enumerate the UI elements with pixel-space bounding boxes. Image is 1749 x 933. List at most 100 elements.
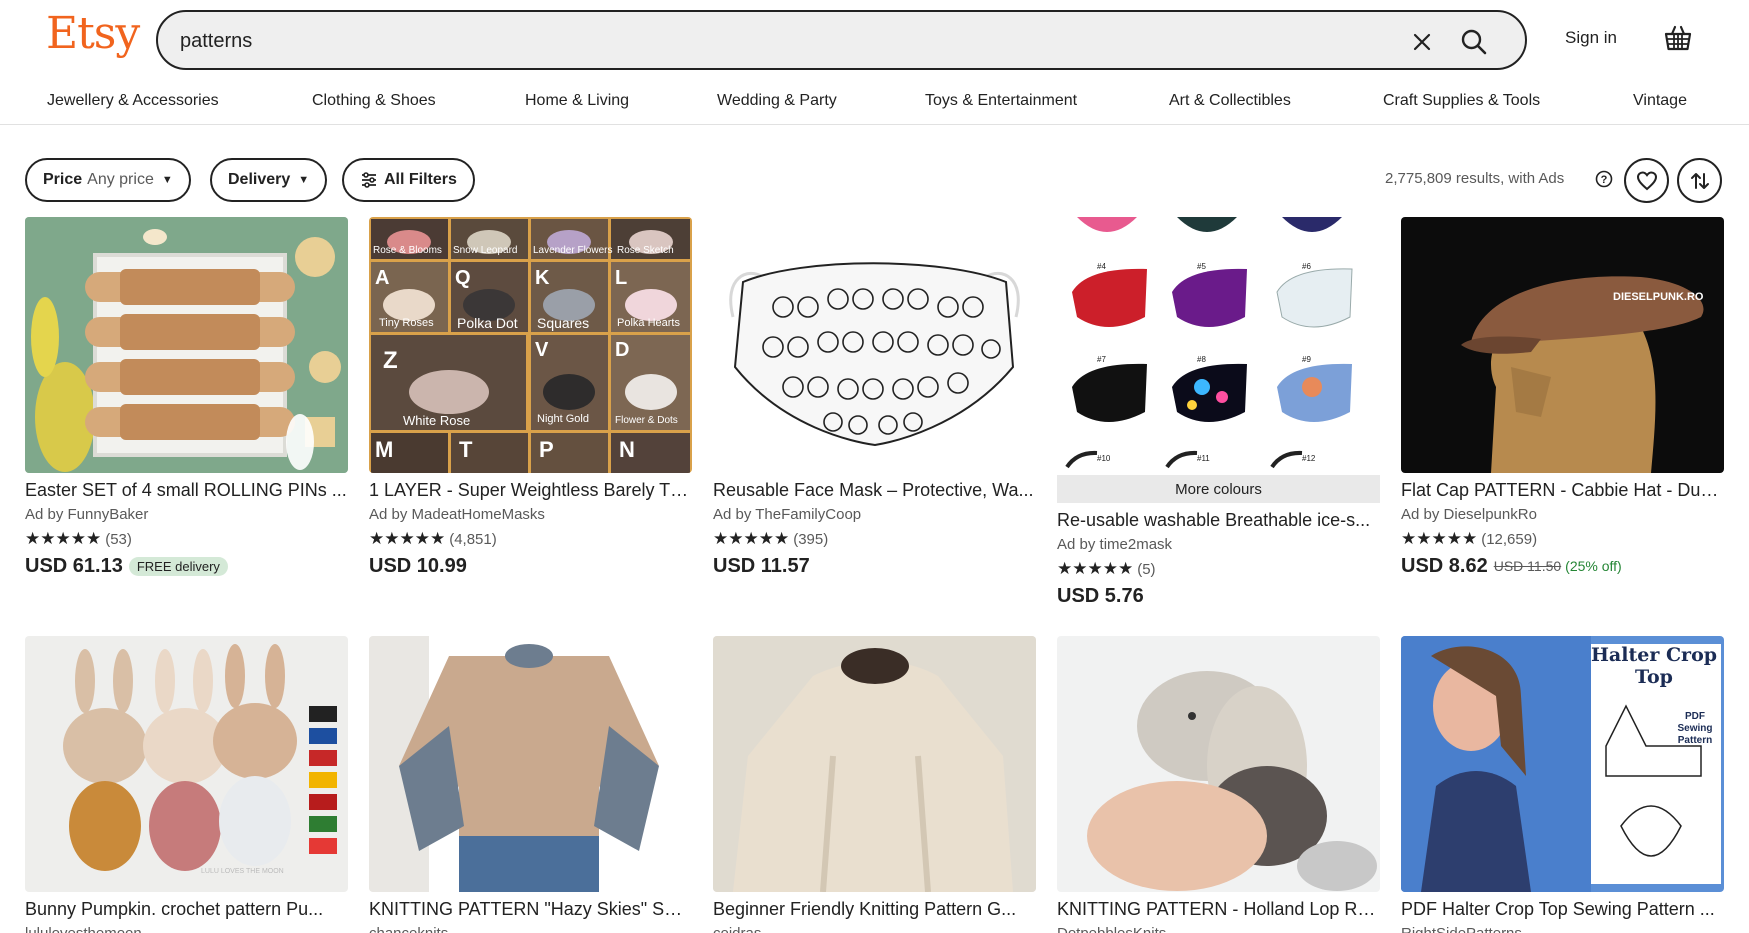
sign-in-link[interactable]: Sign in <box>1565 28 1617 48</box>
crochet-bunnies-photo <box>25 636 348 892</box>
svg-text:#9: #9 <box>1302 355 1311 364</box>
listing-title[interactable]: Beginner Friendly Knitting Pattern G... <box>713 898 1036 920</box>
mask-letter: V <box>535 339 549 361</box>
svg-text:#8: #8 <box>1197 355 1206 364</box>
listing-rating: ★★★★★ (53) <box>25 529 348 549</box>
caret-down-icon: ▼ <box>161 174 173 186</box>
listing-title[interactable]: Reusable Face Mask – Protective, Wa... <box>713 479 1036 501</box>
listing-card[interactable]: Easter SET of 4 small ROLLING PINs ... A… <box>25 217 348 579</box>
listing-card[interactable]: #4 #5 #6 #7 #8 #9 #10 #11 #12 More colours Re-us… <box>1057 217 1380 609</box>
listing-seller: lululovesthemoon <box>25 924 348 933</box>
nav-jewellery[interactable]: Jewellery & Accessories <box>47 92 219 110</box>
delivery-filter-label: Delivery <box>228 171 291 188</box>
listing-price: USD 11.57 <box>713 554 810 577</box>
nav-clothing[interactable]: Clothing & Shoes <box>312 92 436 110</box>
close-icon <box>1413 33 1431 51</box>
price-filter-label: Price <box>43 171 83 188</box>
listing-title[interactable]: Easter SET of 4 small ROLLING PINs ... <box>25 479 348 501</box>
mask-letter: N <box>619 437 635 462</box>
svg-text:#6: #6 <box>1302 262 1311 271</box>
favourite-search-button[interactable] <box>1624 158 1669 203</box>
listing-image[interactable] <box>1057 636 1380 892</box>
results-count: 2,775,809 results, with Ads <box>1385 170 1565 187</box>
basket-button[interactable] <box>1662 22 1694 54</box>
mask-label: Polka Hearts <box>617 317 680 329</box>
sort-icon <box>1690 172 1709 189</box>
listing-price: USD 10.99 <box>369 554 467 577</box>
listing-seller: DotpebblesKnits <box>1057 924 1380 933</box>
mask-label: Squares <box>537 315 590 331</box>
search-button[interactable] <box>1454 22 1494 62</box>
price-filter-button[interactable]: Price Any price ▼ <box>25 158 191 202</box>
star-rating-icon: ★★★★★ <box>369 529 446 548</box>
listing-card[interactable]: Rose & Blooms Snow Leopard Lavender Flow… <box>369 217 692 579</box>
listing-image[interactable] <box>25 217 348 473</box>
owl-face-mask-photo <box>713 217 1036 473</box>
listing-image[interactable]: DIESELPUNK.RO <box>1401 217 1724 473</box>
free-delivery-badge: FREE delivery <box>128 556 228 576</box>
listing-card[interactable]: Reusable Face Mask – Protective, Wa... A… <box>713 217 1036 579</box>
listing-card[interactable]: KNITTING PATTERN - Holland Lop Ra... Dot… <box>1057 636 1380 933</box>
review-count: (5) <box>1137 560 1156 578</box>
sort-button[interactable] <box>1677 158 1722 203</box>
svg-text:#12: #12 <box>1302 454 1316 463</box>
nav-toys[interactable]: Toys & Entertainment <box>925 92 1077 110</box>
listing-price-row: USD 5.76 <box>1057 583 1380 609</box>
listing-image[interactable]: Rose & Blooms Snow Leopard Lavender Flow… <box>369 217 692 473</box>
listing-title[interactable]: Re-usable washable Breathable ice-s... <box>1057 509 1380 531</box>
basket-icon <box>1664 25 1692 51</box>
listing-image[interactable]: #4 #5 #6 #7 #8 #9 #10 #11 #12 <box>1057 217 1380 473</box>
review-count: (12,659) <box>1481 530 1538 548</box>
heart-icon <box>1636 170 1657 190</box>
etsy-logo[interactable]: Etsy <box>46 12 140 56</box>
nav-art[interactable]: Art & Collectibles <box>1169 92 1291 110</box>
listing-image[interactable] <box>713 217 1036 473</box>
listing-price: USD 5.76 <box>1057 584 1144 607</box>
listing-seller: coidras <box>713 924 1036 933</box>
knitted-rabbit-photo <box>1057 636 1380 892</box>
svg-text:#11: #11 <box>1197 454 1210 463</box>
site-header: Etsy Sign in <box>0 0 1749 72</box>
listing-title[interactable]: KNITTING PATTERN "Hazy Skies" Swe... <box>369 898 692 920</box>
knit-sweater-photo <box>369 636 692 892</box>
listing-image[interactable]: LULU LOVES THE MOON <box>25 636 348 892</box>
listing-title[interactable]: KNITTING PATTERN - Holland Lop Ra... <box>1057 898 1380 920</box>
clear-search-button[interactable] <box>1406 26 1438 58</box>
mask-label: Night Gold <box>537 413 589 425</box>
listing-card[interactable]: Halter Crop Top PDF Sewing Pattern PDF H… <box>1401 636 1724 933</box>
listing-card[interactable]: KNITTING PATTERN "Hazy Skies" Swe... cha… <box>369 636 692 933</box>
listing-rating: ★★★★★ (12,659) <box>1401 529 1724 549</box>
listing-card[interactable]: Beginner Friendly Knitting Pattern G... … <box>713 636 1036 933</box>
listing-card[interactable]: DIESELPUNK.RO Flat Cap PATTERN - Cabbie … <box>1401 217 1724 579</box>
listing-card[interactable]: LULU LOVES THE MOON Bunny Pumpkin. croch… <box>25 636 348 933</box>
flat-cap-photo <box>1401 217 1724 473</box>
listing-title[interactable]: Flat Cap PATTERN - Cabbie Hat - Duc... <box>1401 479 1724 501</box>
svg-text:#7: #7 <box>1097 355 1106 364</box>
listing-seller: Ad by FunnyBaker <box>25 506 149 523</box>
listing-title[interactable]: 1 LAYER - Super Weightless Barely Th... <box>369 479 692 501</box>
nav-wedding[interactable]: Wedding & Party <box>717 92 837 110</box>
listing-image[interactable] <box>713 636 1036 892</box>
nav-craft-supplies[interactable]: Craft Supplies & Tools <box>1383 92 1540 110</box>
listing-title[interactable]: PDF Halter Crop Top Sewing Pattern ... <box>1401 898 1724 920</box>
star-rating-icon: ★★★★★ <box>713 529 790 548</box>
nav-vintage[interactable]: Vintage <box>1633 92 1687 110</box>
mask-letter: K <box>535 267 550 289</box>
mask-label: Flower & Dots <box>615 415 678 426</box>
search-input[interactable] <box>180 26 1330 56</box>
info-icon[interactable]: ? <box>1595 170 1613 188</box>
listing-image[interactable] <box>369 636 692 892</box>
star-rating-icon: ★★★★★ <box>1057 559 1134 578</box>
review-count: (4,851) <box>449 530 497 548</box>
more-colours-button[interactable]: More colours <box>1057 475 1380 503</box>
svg-text:?: ? <box>1601 174 1608 186</box>
review-count: (395) <box>793 530 829 548</box>
listing-image[interactable]: Halter Crop Top PDF Sewing Pattern <box>1401 636 1724 892</box>
delivery-filter-button[interactable]: Delivery ▼ <box>210 158 328 202</box>
nav-home-living[interactable]: Home & Living <box>525 92 629 110</box>
mask-label: Tiny Roses <box>379 317 434 329</box>
all-filters-button[interactable]: All Filters <box>342 158 475 202</box>
listing-seller: Ad by DieselpunkRo <box>1401 506 1537 523</box>
mask-letter: L <box>615 267 628 289</box>
listing-title[interactable]: Bunny Pumpkin. crochet pattern Pu... <box>25 898 348 920</box>
